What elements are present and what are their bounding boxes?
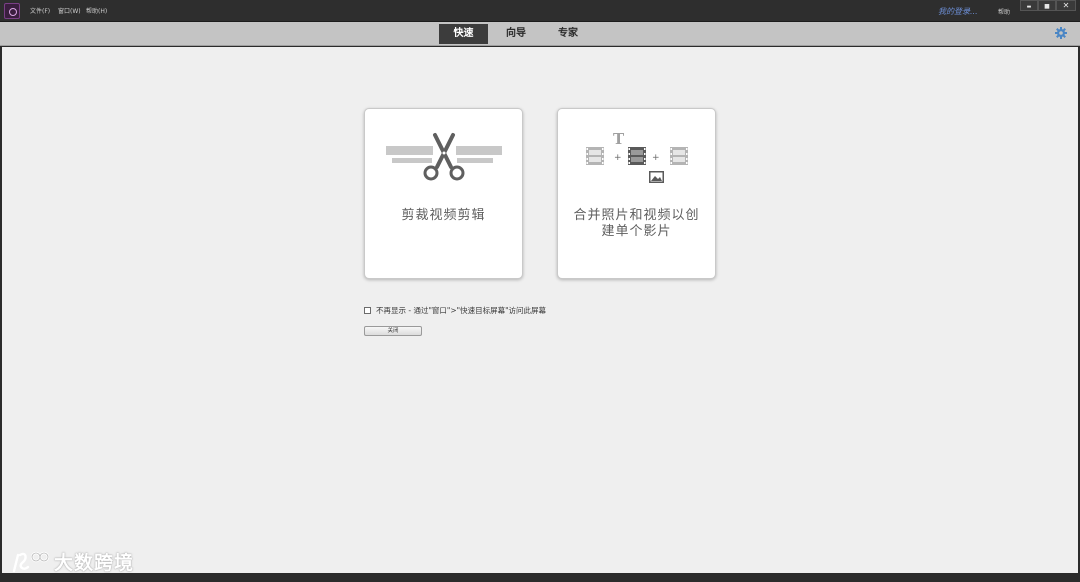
help-link[interactable]: 帮助 — [998, 7, 1010, 16]
mode-bar: 快速 向导 专家 — [0, 22, 1080, 46]
close-button[interactable]: 关闭 — [364, 326, 422, 336]
tab-expert[interactable]: 专家 — [548, 24, 588, 44]
watermark: 大数跨境 — [10, 548, 134, 575]
dont-show-again-checkbox[interactable] — [364, 306, 371, 314]
trim-video-card[interactable]: 剪裁视频剪辑 — [364, 108, 523, 279]
svg-text:T: T — [613, 130, 625, 148]
bottom-border — [0, 573, 1080, 582]
watermark-logo-icon — [12, 551, 50, 572]
trim-video-label: 剪裁视频剪辑 — [401, 208, 486, 223]
menu-help[interactable]: 帮助(H) — [86, 6, 107, 15]
sign-in-link[interactable]: 我的登录... — [938, 6, 978, 17]
maximize-button[interactable]: ■ — [1038, 0, 1056, 11]
merge-media-label: 合并照片和视频以创建单个影片 — [573, 208, 700, 239]
minimize-button[interactable]: ▬ — [1020, 0, 1038, 11]
minimize-icon: ▬ — [1026, 4, 1032, 10]
dont-show-again-row[interactable]: 不再显示 - 通过"窗口">"快速目标屏幕"访问此屏幕 — [364, 304, 546, 316]
scissors-icon — [386, 133, 502, 181]
merge-media-card[interactable]: T + + 合并照片和视频以创建单个影片 — [557, 108, 716, 279]
merge-media-icon: T + + — [586, 130, 688, 183]
menu-window[interactable]: 窗口(W) — [58, 6, 81, 15]
tab-guided[interactable]: 向导 — [496, 24, 536, 44]
svg-text:+: + — [614, 153, 622, 163]
gear-icon[interactable] — [1055, 27, 1067, 39]
title-bar: 文件(F) 窗口(W) 帮助(H) 我的登录... 帮助 ▬ ■ ✕ — [0, 0, 1080, 22]
svg-text:+: + — [652, 153, 660, 163]
dont-show-again-label: 不再显示 - 通过"窗口">"快速目标屏幕"访问此屏幕 — [376, 305, 547, 315]
close-window-button[interactable]: ✕ — [1056, 0, 1076, 11]
app-logo-icon — [4, 3, 20, 19]
tab-quick[interactable]: 快速 — [439, 24, 488, 44]
close-icon: ✕ — [1062, 1, 1070, 10]
main-panel: 剪裁视频剪辑 T + + 合并照片和视频以创建单个影片 不再显示 - 通过"窗口… — [2, 47, 1078, 575]
watermark-text: 大数跨境 — [54, 552, 135, 574]
maximize-icon: ■ — [1044, 3, 1050, 10]
menu-file[interactable]: 文件(F) — [30, 6, 50, 15]
